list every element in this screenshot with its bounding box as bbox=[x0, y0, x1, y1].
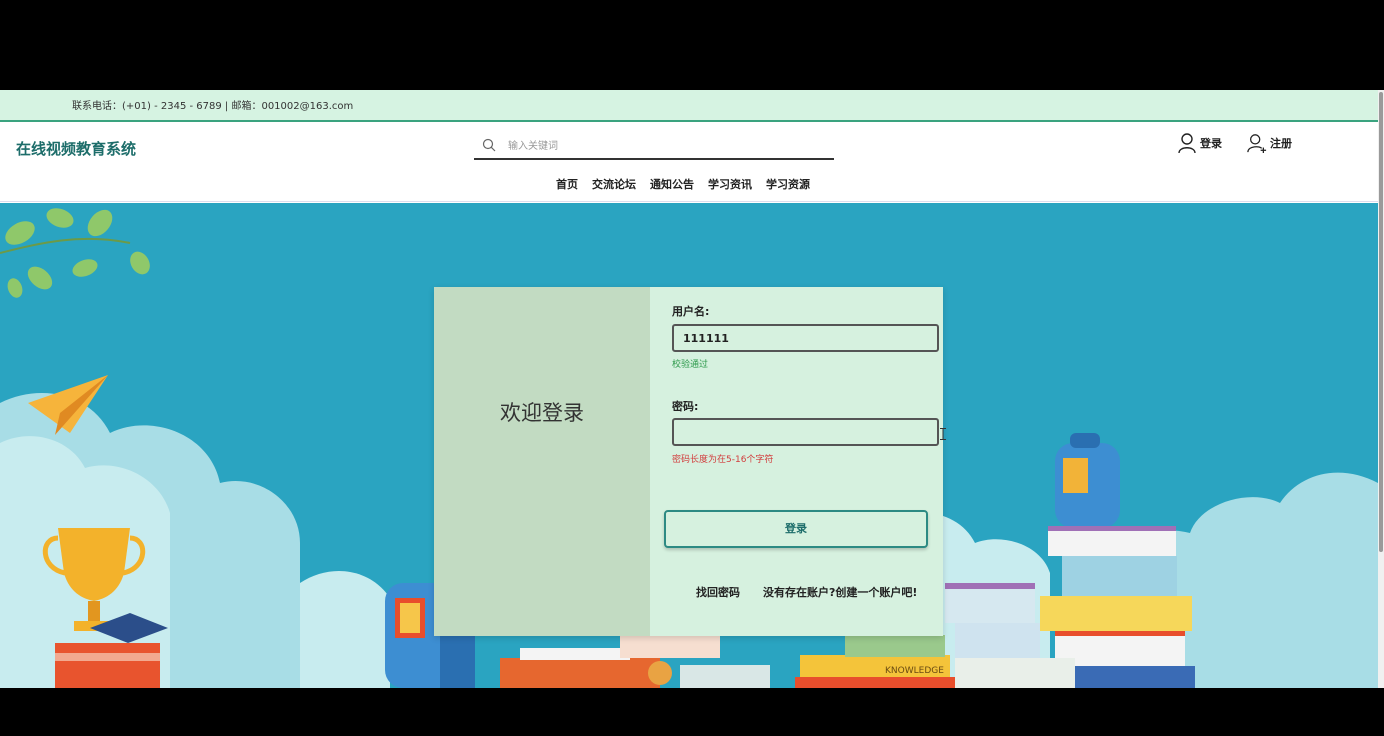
nav-item-resources[interactable]: 学习资源 bbox=[766, 176, 810, 192]
user-icon bbox=[1178, 133, 1196, 154]
login-form: 用户名: 校验通过 密码: 密码长度为在5-16个字符 登录 找回密码 没有存在… bbox=[650, 287, 946, 636]
welcome-heading: 欢迎登录 bbox=[500, 401, 584, 425]
login-submit-button[interactable]: 登录 bbox=[664, 510, 928, 548]
leaves-decoration bbox=[5, 208, 150, 298]
register-link-label: 注册 bbox=[1270, 137, 1292, 150]
create-account-link[interactable]: 没有存在账户?创建一个账户吧! bbox=[763, 584, 917, 600]
nav-item-forum[interactable]: 交流论坛 bbox=[592, 176, 636, 192]
scrollbar-thumb[interactable] bbox=[1379, 92, 1383, 552]
contact-info: 联系电话：(+01) - 2345 - 6789 | 邮箱：001002@163… bbox=[72, 101, 354, 112]
search-icon[interactable] bbox=[482, 138, 496, 152]
vertical-scrollbar[interactable] bbox=[1378, 90, 1384, 688]
search-input[interactable] bbox=[508, 136, 818, 156]
nav-item-home[interactable]: 首页 bbox=[556, 176, 578, 192]
add-user-icon bbox=[1247, 134, 1267, 153]
login-card: 欢迎登录 用户名: 校验通过 密码: 密码长度为在5-16个字符 登录 找回密码… bbox=[434, 287, 946, 636]
nav-item-news[interactable]: 学习资讯 bbox=[708, 176, 752, 192]
text-cursor-icon bbox=[940, 428, 946, 440]
contact-bar: 联系电话：(+01) - 2345 - 6789 | 邮箱：001002@163… bbox=[0, 90, 1378, 122]
knowledge-label: KNOWLEDGE bbox=[885, 666, 944, 676]
login-link[interactable]: 登录 bbox=[1177, 132, 1222, 154]
main-nav: 首页 交流论坛 通知公告 学习资讯 学习资源 bbox=[556, 176, 810, 192]
site-brand[interactable]: 在线视频教育系统 bbox=[16, 138, 136, 159]
knowledge-books: KNOWLEDGE bbox=[795, 635, 960, 688]
right-backpack bbox=[1055, 433, 1120, 528]
username-label: 用户名: bbox=[672, 305, 710, 318]
login-card-banner: 欢迎登录 bbox=[434, 287, 650, 636]
register-link[interactable]: 注册 bbox=[1247, 132, 1292, 154]
forgot-password-link[interactable]: 找回密码 bbox=[696, 584, 740, 600]
browser-viewport: 联系电话：(+01) - 2345 - 6789 | 邮箱：001002@163… bbox=[0, 90, 1384, 688]
search-box bbox=[474, 132, 834, 160]
password-label: 密码: bbox=[672, 400, 699, 413]
site-header: 在线视频教育系统 登录 注册 首页 bbox=[0, 124, 1378, 202]
login-link-label: 登录 bbox=[1200, 137, 1222, 150]
username-valid-hint: 校验通过 bbox=[672, 360, 709, 370]
nav-item-notices[interactable]: 通知公告 bbox=[650, 176, 694, 192]
username-input[interactable] bbox=[672, 324, 939, 352]
password-error-hint: 密码长度为在5-16个字符 bbox=[672, 455, 774, 465]
password-input[interactable] bbox=[672, 418, 939, 446]
